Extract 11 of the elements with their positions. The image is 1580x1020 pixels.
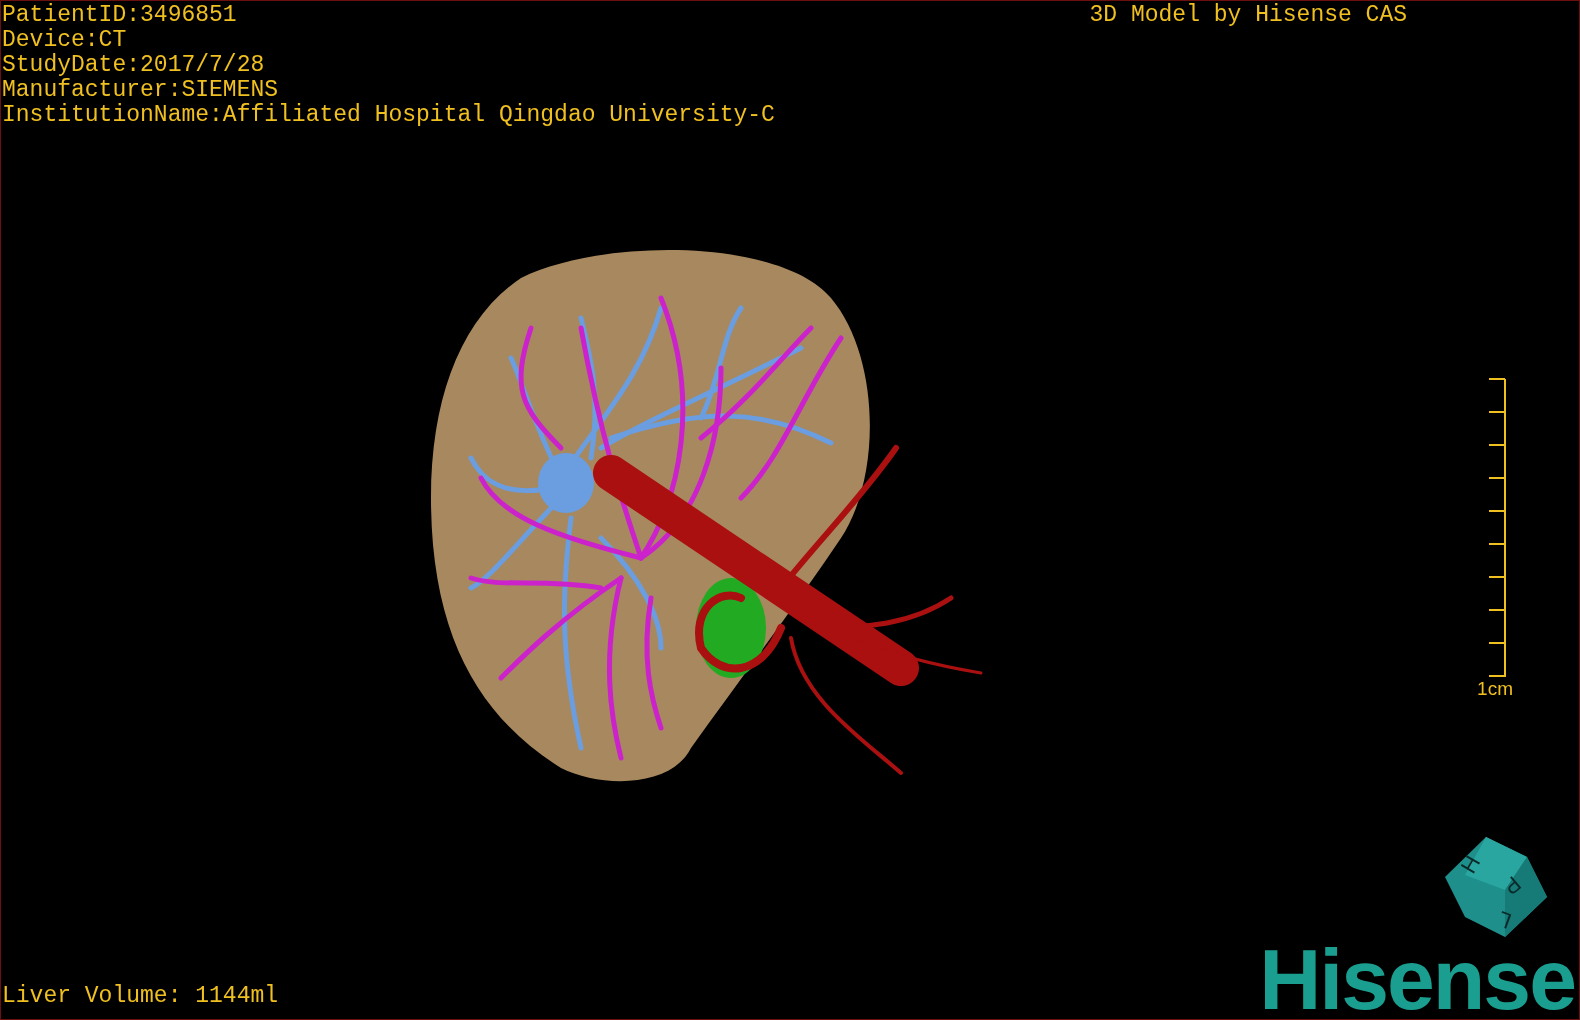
window-title: 3D Model by Hisense CAS: [1089, 1, 1407, 30]
scale-label: 1cm: [1477, 678, 1513, 700]
patient-info-text: Device:CT: [2, 28, 128, 53]
brand-logo: Hisense: [1259, 939, 1576, 1019]
patient-info-text: StudyDate:2017/7/28: [2, 53, 266, 78]
scale-ruler-icon: [1489, 378, 1507, 678]
patient-info-text: Manufacturer:SIEMENS: [2, 78, 280, 103]
patient-info-text: InstitutionName:Affiliated Hospital Qingdao University-C: [2, 103, 775, 128]
orientation-cube-icon: H P L: [1443, 835, 1548, 939]
liver-volume-text: Liver Volume: 1144ml: [1, 984, 279, 1011]
patient-info-text: PatientID:3496851: [2, 3, 238, 28]
